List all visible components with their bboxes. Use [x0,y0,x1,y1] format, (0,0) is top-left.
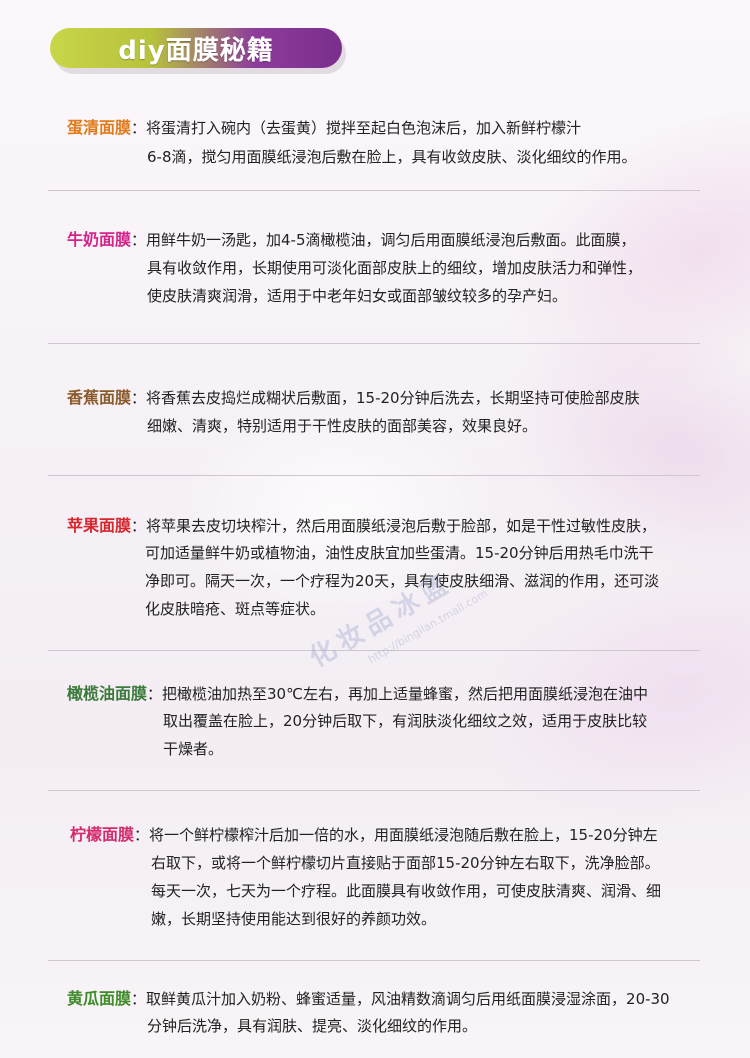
divider [48,190,700,191]
section-line: 黄瓜面膜：取鲜黄瓜汁加入奶粉、蜂蜜适量，风油精数滴调匀后用纸面膜浸湿涂面，20-… [67,988,670,1010]
section-text: ：将苹果去皮切块榨汁，然后用面膜纸浸泡后敷于脸部，如是干性过敏性皮肤， [131,517,657,535]
section-text: ：将一个鲜柠檬榨汁后加一倍的水，用面膜纸浸泡随后敷在脸上，15-20分钟左 [134,826,658,844]
section-text: 取出覆盖在脸上，20分钟后取下，有润肤淡化细纹之效，适用于皮肤比较 [163,712,648,730]
section-text: 分钟后洗净，具有润肤、提亮、淡化细纹的作用。 [147,1017,478,1035]
divider [48,960,700,961]
section-label: 牛奶面膜 [67,230,132,249]
section-text: 6-8滴，搅匀用面膜纸浸泡后敷在脸上，具有收敛皮肤、淡化细纹的作用。 [147,148,637,166]
divider [48,475,700,476]
header-pill: diy面膜秘籍 [50,28,342,68]
page-title: diy面膜秘籍 [118,35,274,66]
section-text: 细嫩、清爽，特别适用于干性皮肤的面部美容，效果良好。 [147,417,538,435]
section-text: 右取下，或将一个鲜柠檬切片直接贴于面部15-20分钟左右取下，洗净脸部。 [151,854,660,872]
section-text: 使皮肤清爽润滑，适用于中老年妇女或面部皱纹较多的孕产妇。 [147,287,568,305]
section-text: 每天一次，七天为一个疗程。此面膜具有收敛作用，可使皮肤清爽、润滑、细 [151,882,662,900]
section-text: 化皮肤暗疮、斑点等症状。 [145,600,326,618]
section-text: ：把橄榄油加热至30℃左右，再加上适量蜂蜜，然后把用面膜纸浸泡在油中 [147,685,648,703]
section-text: 嫩，长期坚持使用能达到很好的养颜功效。 [151,910,437,928]
section-text: 具有收敛作用，长期使用可淡化面部皮肤上的细纹，增加皮肤活力和弹性， [147,259,643,277]
section-line: 香蕉面膜：将香蕉去皮捣烂成糊状后敷面，15-20分钟后洗去，长期坚持可使脸部皮肤 [67,387,640,409]
section-label: 香蕉面膜 [67,388,132,407]
section-text: ：将蛋清打入碗内（去蛋黄）搅拌至起白色泡沫后，加入新鲜柠檬汁 [131,119,582,137]
header-banner: diy面膜秘籍 [50,28,350,74]
section-text: ：取鲜黄瓜汁加入奶粉、蜂蜜适量，风油精数滴调匀后用纸面膜浸湿涂面，20-30 [131,990,670,1008]
section-line: 苹果面膜：将苹果去皮切块榨汁，然后用面膜纸浸泡后敷于脸部，如是干性过敏性皮肤， [67,515,656,537]
divider [48,790,700,791]
section-label: 黄瓜面膜 [67,989,132,1008]
section-text: 可加适量鲜牛奶或植物油，油性皮肤宜加些蛋清。15-20分钟后用热毛巾洗干 [145,544,654,562]
section-text: 干燥者。 [163,740,224,758]
divider [48,343,700,344]
section-label: 柠檬面膜 [70,825,135,844]
section-line: 牛奶面膜：用鲜牛奶一汤匙，加4-5滴橄榄油，调匀后用面膜纸浸泡后敷面。此面膜， [67,229,636,251]
section-label: 蛋清面膜 [67,118,132,137]
section-line: 橄榄油面膜：把橄榄油加热至30℃左右，再加上适量蜂蜜，然后把用面膜纸浸泡在油中 [67,683,648,705]
section-label: 橄榄油面膜 [67,684,148,703]
section-text: ：用鲜牛奶一汤匙，加4-5滴橄榄油，调匀后用面膜纸浸泡后敷面。此面膜， [131,231,636,249]
section-line: 蛋清面膜：将蛋清打入碗内（去蛋黄）搅拌至起白色泡沫后，加入新鲜柠檬汁 [67,117,581,139]
section-label: 苹果面膜 [67,516,132,535]
section-text: ：将香蕉去皮捣烂成糊状后敷面，15-20分钟后洗去，长期坚持可使脸部皮肤 [131,389,640,407]
section-line: 柠檬面膜：将一个鲜柠檬榨汁后加一倍的水，用面膜纸浸泡随后敷在脸上，15-20分钟… [70,824,658,846]
